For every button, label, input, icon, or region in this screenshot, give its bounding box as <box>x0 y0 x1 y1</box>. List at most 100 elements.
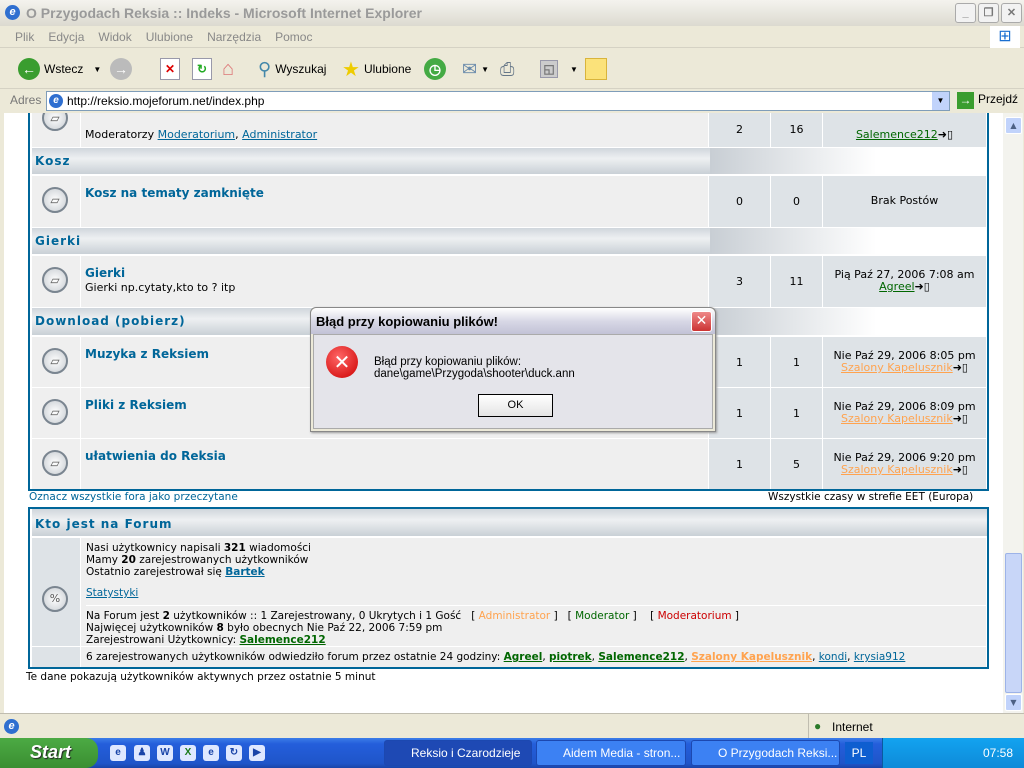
last-post: Nie Paź 29, 2006 9:20 pm Szalony Kapelusz… <box>823 439 987 489</box>
quicklaunch-media-icon[interactable]: ▶ <box>249 745 265 761</box>
last-post-user[interactable]: Szalony Kapelusznik <box>841 412 953 425</box>
moderator-link[interactable]: Moderatorium <box>158 128 236 141</box>
who-header: Kto jest na Forum <box>32 509 987 537</box>
vertical-scrollbar[interactable]: ▲ ▼ <box>1003 113 1023 713</box>
goto-post-icon[interactable]: ➜▯ <box>953 361 968 374</box>
menu-plik[interactable]: Plik <box>8 26 41 48</box>
home-icon: ⌂ <box>222 57 235 80</box>
language-indicator[interactable]: PL <box>845 742 873 764</box>
edit-button[interactable]: ◱ ▼ <box>540 55 578 83</box>
topics-count: 1 <box>709 439 771 489</box>
visitor-link[interactable]: Agreel <box>504 651 543 663</box>
forum-link[interactable]: Pliki z Reksiem <box>85 398 187 412</box>
forum-link[interactable]: ułatwienia do Reksia <box>85 449 226 463</box>
print-button[interactable]: ⎙ <box>500 55 514 83</box>
forum-description: Gierki np.cytaty,kto to ? itp <box>85 281 236 294</box>
who-title: Kto jest na Forum <box>35 517 173 531</box>
last-post-user[interactable]: Szalony Kapelusznik <box>841 361 953 374</box>
mail-button[interactable]: ✉ ▼ <box>462 55 489 83</box>
visitor-link[interactable]: krysia912 <box>854 651 905 663</box>
visitor-link[interactable]: kondi <box>819 651 847 663</box>
forum-read-icon: ▱ <box>42 450 68 476</box>
category-name[interactable]: Gierki <box>35 234 81 248</box>
dialog-title: Błąd przy kopiowaniu plików! <box>311 308 715 334</box>
category-name[interactable]: Kosz <box>35 154 70 168</box>
scroll-down-button[interactable]: ▼ <box>1005 694 1022 711</box>
address-input[interactable]: e http://reksio.mojeforum.net/index.php ▼ <box>46 91 950 111</box>
visitor-link[interactable]: piotrek <box>549 651 592 663</box>
total-posts: 321 <box>223 542 246 554</box>
quicklaunch-sync-icon[interactable]: ↻ <box>226 745 242 761</box>
goto-post-icon[interactable]: ➜▯ <box>953 412 968 425</box>
last-post: Brak Postów <box>823 176 987 227</box>
quicklaunch-excel-icon[interactable]: X <box>180 745 196 761</box>
menu-widok[interactable]: Widok <box>91 26 138 48</box>
last-post: Pią Paź 27, 2006 7:08 am Agreel➜▯ <box>823 256 987 307</box>
timezone-note: Wszystkie czasy w strefie EET (Europa) <box>768 491 974 503</box>
visitor-link[interactable]: Salemence212 <box>598 651 684 663</box>
dialog-close-button[interactable]: ✕ <box>691 311 712 332</box>
go-label: Przejdź <box>978 92 1019 106</box>
minimize-button[interactable]: _ <box>955 3 976 23</box>
refresh-button[interactable]: ↻ <box>192 55 212 83</box>
online-user-link[interactable]: Salemence212 <box>240 634 326 646</box>
stop-button[interactable]: ✕ <box>160 55 180 83</box>
posts-count: 11 <box>771 256 823 307</box>
topics-count: 1 <box>709 388 771 438</box>
quicklaunch-ie2-icon[interactable]: e <box>203 745 219 761</box>
menu-ulubione[interactable]: Ulubione <box>139 26 200 48</box>
legend-moderator: Moderator <box>575 610 630 622</box>
ok-button[interactable]: OK <box>478 394 553 417</box>
maximize-button[interactable]: ❐ <box>978 3 999 23</box>
scroll-thumb[interactable] <box>1005 553 1022 693</box>
error-dialog: Błąd przy kopiowaniu plików! ✕ ✕ Błąd pr… <box>310 307 716 432</box>
clock: 07:58 <box>983 746 1014 760</box>
home-button[interactable]: ⌂ <box>222 55 234 83</box>
address-dropdown[interactable]: ▼ <box>932 92 949 110</box>
goto-post-icon[interactable]: ➜▯ <box>938 128 953 141</box>
mail-icon: ✉ <box>462 58 478 79</box>
last-post-user[interactable]: Szalony Kapelusznik <box>841 463 953 476</box>
close-button[interactable]: ✕ <box>1001 3 1022 23</box>
forum-row: ▱ Gierki Gierki np.cytaty,kto to ? itp 3 … <box>32 256 987 307</box>
back-button[interactable]: ← Wstecz ▼ <box>18 55 101 83</box>
menu-pomoc[interactable]: Pomoc <box>268 26 319 48</box>
visitor-link[interactable]: Szalony Kapelusznik <box>691 651 812 663</box>
favorites-button[interactable]: ★ Ulubione <box>342 55 411 83</box>
page-status-icon: e <box>4 719 19 734</box>
posts-count: 1 <box>771 337 823 387</box>
messenger-button[interactable] <box>585 55 607 83</box>
task-aidem[interactable]: Aidem Media - stron... <box>536 740 686 766</box>
history-button[interactable]: ◷ <box>424 55 446 83</box>
scroll-up-button[interactable]: ▲ <box>1005 117 1022 134</box>
last-post-user[interactable]: Agreel <box>879 280 914 293</box>
topics-count: 1 <box>709 337 771 387</box>
task-przygody[interactable]: O Przygodach Reksi... <box>691 740 840 766</box>
stats-text: Nasi użytkownicy napisali 321 wiadomości… <box>81 538 987 646</box>
goto-post-icon[interactable]: ➜▯ <box>953 463 968 476</box>
start-button[interactable]: Start <box>0 738 98 768</box>
statistics-link[interactable]: Statystyki <box>86 587 138 599</box>
mark-all-read-link[interactable]: Oznacz wszystkie fora jako przeczytane <box>29 491 238 503</box>
quicklaunch-word-icon[interactable]: W <box>157 745 173 761</box>
task-reksio[interactable]: Reksio i Czarodzieje <box>384 740 532 766</box>
posts-count: 5 <box>771 439 823 489</box>
category-header: Kosz <box>32 148 987 175</box>
forum-link[interactable]: Kosz na tematy zamknięte <box>85 186 264 200</box>
menu-edycja[interactable]: Edycja <box>41 26 91 48</box>
quicklaunch-messenger-icon[interactable]: ♟ <box>134 745 150 761</box>
moderator-link[interactable]: Administrator <box>242 128 317 141</box>
goto-post-icon[interactable]: ➜▯ <box>915 280 930 293</box>
topics-count: 0 <box>709 176 771 227</box>
go-button[interactable]: → Przejdź <box>957 92 1018 109</box>
newest-user-link[interactable]: Bartek <box>225 566 264 578</box>
last-post-user[interactable]: Salemence212 <box>856 128 938 141</box>
stats-icon: % <box>42 586 68 612</box>
menu-narzedzia[interactable]: Narzędzia <box>200 26 268 48</box>
search-button[interactable]: ⚲ Wyszukaj <box>258 55 326 83</box>
quicklaunch-ie-icon[interactable]: e <box>110 745 126 761</box>
forward-button[interactable]: → <box>110 55 132 83</box>
forum-link[interactable]: Muzyka z Reksiem <box>85 347 209 361</box>
category-name[interactable]: Download (pobierz) <box>35 314 186 328</box>
forum-link[interactable]: Gierki <box>85 266 125 280</box>
